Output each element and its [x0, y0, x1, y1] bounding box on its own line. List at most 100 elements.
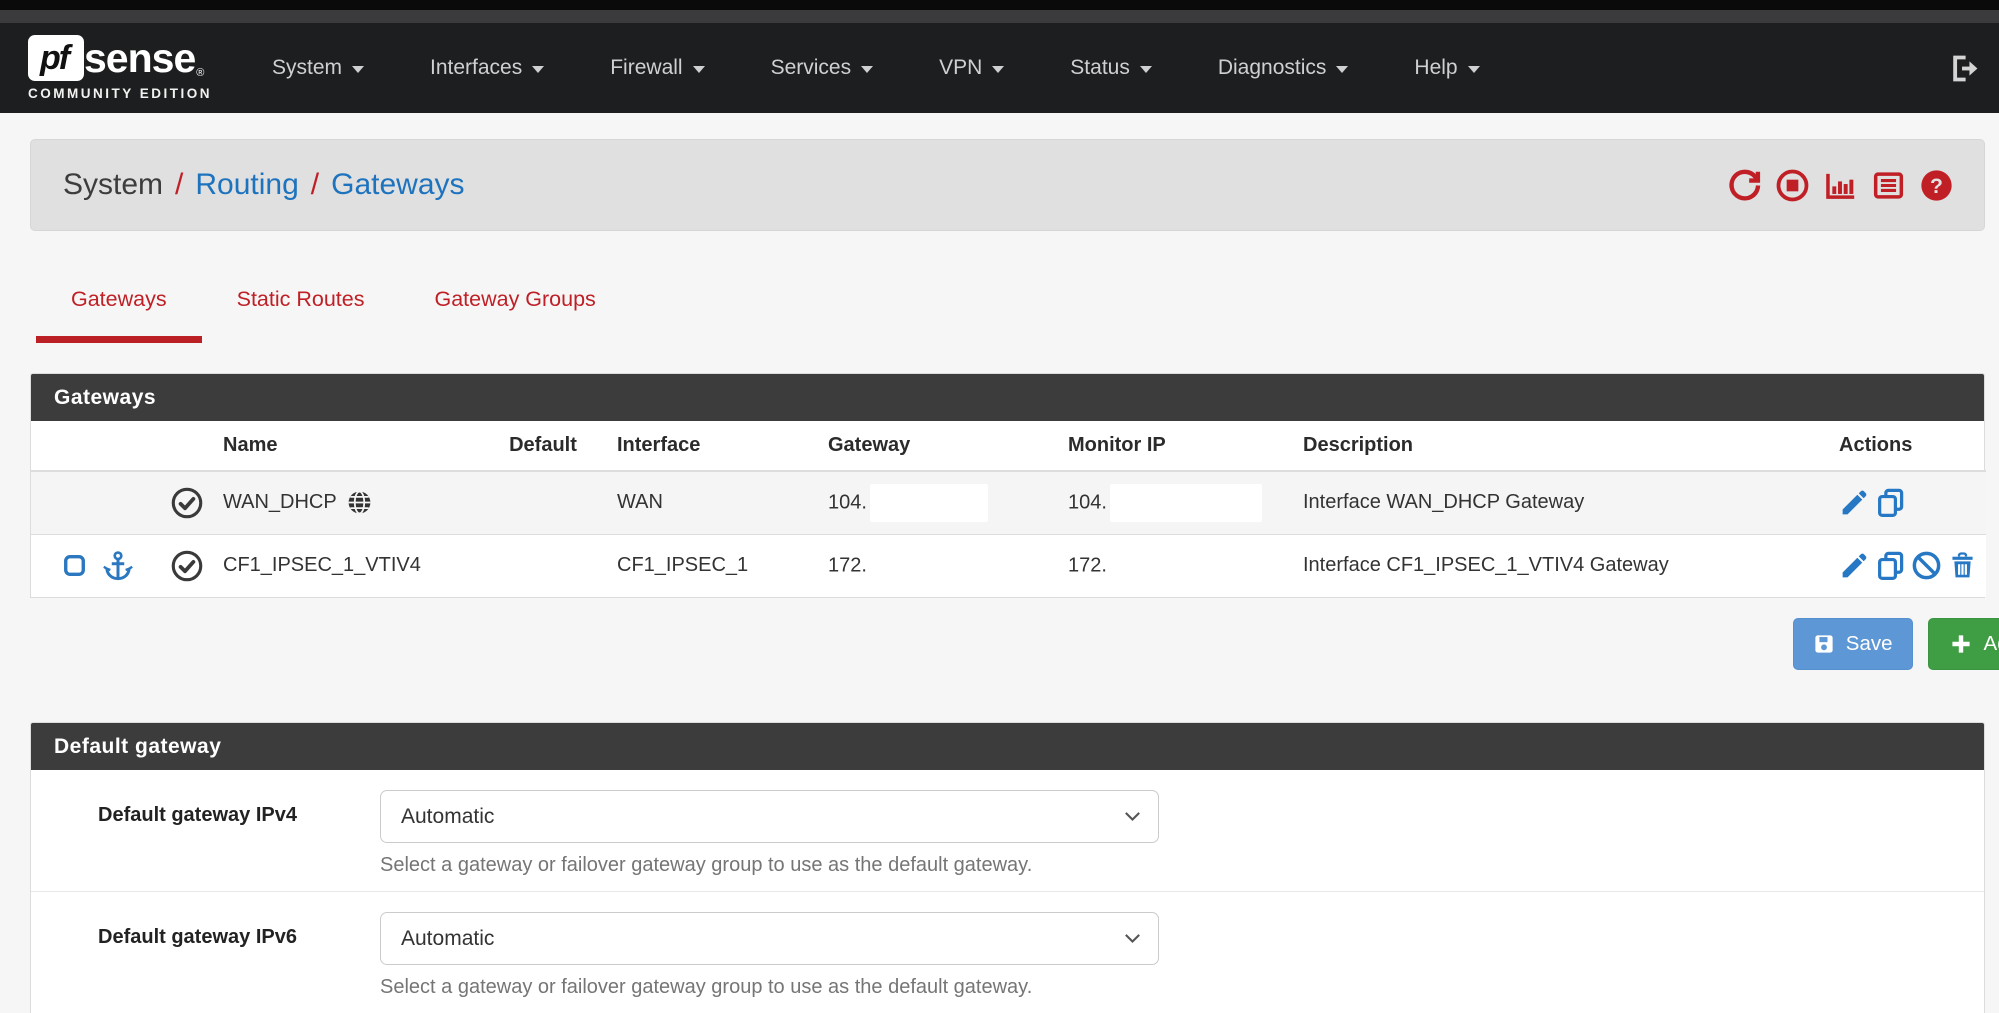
help-icon[interactable]: ?: [1919, 168, 1954, 203]
gateway-name: CF1_IPSEC_1_VTIV4: [223, 554, 421, 577]
gateways-table: Name Default Interface Gateway Monitor I…: [31, 421, 1986, 597]
cell-interface: CF1_IPSEC_1: [593, 534, 808, 597]
header-name: Name: [223, 421, 493, 471]
nav-item-status[interactable]: Status: [1070, 56, 1152, 80]
cell-actions: [1833, 534, 1986, 597]
window-top-strip: [0, 0, 1999, 10]
header-interface: Interface: [593, 421, 808, 471]
nav-item-diagnostics[interactable]: Diagnostics: [1218, 56, 1349, 80]
edit-icon[interactable]: [1839, 487, 1870, 518]
breadcrumb-separator: /: [311, 168, 319, 202]
breadcrumb-section: System: [63, 168, 163, 202]
svg-text:?: ?: [1930, 175, 1943, 198]
cell-gateway: 104.: [808, 471, 1058, 534]
copy-icon[interactable]: [1875, 550, 1906, 581]
caret-down-icon: [1336, 66, 1348, 73]
breadcrumb-link-routing[interactable]: Routing: [195, 168, 298, 202]
header-gateway: Gateway: [808, 421, 1058, 471]
header-monitor-ip: Monitor IP: [1058, 421, 1288, 471]
gateways-panel: Gateways Name Default Interface Gateway …: [30, 373, 1985, 598]
nav-item-firewall[interactable]: Firewall: [610, 56, 704, 80]
stop-circle-icon[interactable]: [1775, 168, 1810, 203]
cell-name: WAN_DHCP: [223, 471, 493, 534]
breadcrumb-link-gateways[interactable]: Gateways: [331, 168, 464, 202]
caret-down-icon: [861, 66, 873, 73]
monitor-ip: 172.: [1068, 554, 1107, 576]
breadcrumb-separator: /: [175, 168, 183, 202]
default-gateway-ipv4-label: Default gateway IPv4: [31, 790, 380, 877]
gateways-panel-title: Gateways: [31, 374, 1984, 421]
caret-down-icon: [352, 66, 364, 73]
cell-name: CF1_IPSEC_1_VTIV4: [223, 534, 493, 597]
tab-gateways[interactable]: Gateways: [36, 265, 202, 343]
add-button-label: Add: [1984, 632, 1999, 656]
nav-item-interfaces[interactable]: Interfaces: [430, 56, 544, 80]
cell-default: [493, 471, 593, 534]
cell-status: [151, 534, 223, 597]
trash-icon[interactable]: [1947, 550, 1978, 581]
tab-gateway-groups[interactable]: Gateway Groups: [399, 265, 630, 343]
chart-bar-icon[interactable]: [1823, 168, 1858, 203]
nav-item-label: Interfaces: [430, 56, 522, 80]
nav-item-system[interactable]: System: [272, 56, 364, 80]
table-header-row: Name Default Interface Gateway Monitor I…: [31, 421, 1986, 471]
redaction-box: [870, 484, 988, 522]
cell-interface: WAN: [593, 471, 808, 534]
caret-down-icon: [1468, 66, 1480, 73]
tab-static-routes[interactable]: Static Routes: [202, 265, 400, 343]
sign-out-icon[interactable]: [1948, 52, 1981, 85]
anchor-icon[interactable]: [101, 549, 135, 583]
default-gateway-panel: Default gateway Default gateway IPv4 Aut…: [30, 722, 1985, 1013]
ban-icon[interactable]: [1911, 550, 1942, 581]
check-circle-icon: [170, 549, 204, 583]
gateway-row-wan-dhcp: WAN_DHCP WAN 104. 104. Interface WAN_DHC…: [31, 471, 1986, 534]
routing-tabs: Gateways Static Routes Gateway Groups: [36, 265, 1999, 343]
gateway-row-cf1-ipsec: CF1_IPSEC_1_VTIV4 CF1_IPSEC_1 172. 172. …: [31, 534, 1986, 597]
nav-item-label: Firewall: [610, 56, 682, 80]
cell-gateway: 172.: [808, 534, 1058, 597]
gateway-ip: 104.: [828, 491, 867, 513]
save-button-label: Save: [1846, 632, 1893, 656]
plus-icon: [1949, 632, 1973, 656]
nav-item-label: Status: [1070, 56, 1130, 80]
redaction-box: [870, 547, 988, 585]
cell-controls: [31, 471, 151, 534]
check-circle-icon: [170, 486, 204, 520]
default-gateway-ipv6-label: Default gateway IPv6: [31, 912, 380, 999]
pf-logo-box: pf: [28, 35, 84, 81]
breadcrumb: System / Routing / Gateways: [63, 168, 465, 202]
copy-icon[interactable]: [1875, 487, 1906, 518]
nav-item-vpn[interactable]: VPN: [939, 56, 1004, 80]
brand-sense-label: sense: [84, 38, 195, 79]
save-icon: [1813, 633, 1835, 655]
default-gateway-ipv6-help: Select a gateway or failover gateway gro…: [380, 976, 1984, 999]
refresh-icon[interactable]: [1727, 168, 1762, 203]
add-button[interactable]: Add: [1928, 618, 1999, 670]
breadcrumb-actions: ?: [1727, 168, 1954, 203]
community-edition-label: COMMUNITY EDITION: [28, 86, 212, 101]
edit-icon[interactable]: [1839, 550, 1870, 581]
select-box-icon[interactable]: [61, 552, 88, 579]
nav-menu: System Interfaces Firewall Services VPN …: [272, 56, 1546, 80]
caret-down-icon: [992, 66, 1004, 73]
nav-item-label: System: [272, 56, 342, 80]
gateway-ip: 172.: [828, 554, 867, 576]
header-default: Default: [493, 421, 593, 471]
cell-monitor-ip: 172.: [1058, 534, 1288, 597]
save-button[interactable]: Save: [1793, 618, 1913, 670]
nav-item-services[interactable]: Services: [771, 56, 874, 80]
log-icon[interactable]: [1871, 168, 1906, 203]
navbar: pf sense ® COMMUNITY EDITION System Inte…: [0, 23, 1999, 113]
default-gateway-ipv4-select[interactable]: Automatic: [380, 790, 1159, 843]
cell-actions: [1833, 471, 1986, 534]
nav-item-label: VPN: [939, 56, 982, 80]
header-actions: Actions: [1833, 421, 1986, 471]
redaction-box: [1110, 547, 1262, 585]
default-gateway-ipv6-select[interactable]: Automatic: [380, 912, 1159, 965]
registered-mark: ®: [196, 67, 204, 79]
default-gateway-panel-title: Default gateway: [31, 723, 1984, 770]
pfsense-logo[interactable]: pf sense ® COMMUNITY EDITION: [28, 35, 212, 101]
button-row: Save Add: [0, 618, 1999, 670]
cell-description: Interface WAN_DHCP Gateway: [1288, 471, 1833, 534]
nav-item-help[interactable]: Help: [1414, 56, 1479, 80]
